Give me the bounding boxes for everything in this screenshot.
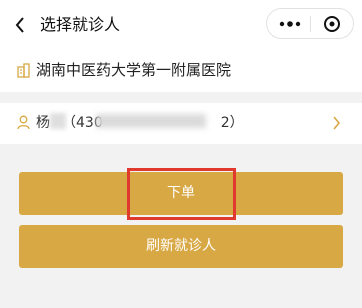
target-circle-icon	[324, 15, 340, 32]
more-button[interactable]	[273, 9, 307, 38]
back-button[interactable]	[10, 13, 30, 37]
page-title: 选择就诊人	[40, 15, 121, 34]
chevron-right-icon	[333, 116, 341, 130]
user-icon	[17, 115, 30, 130]
hospital-row: 湖南中医药大学第一附属医院	[0, 50, 362, 92]
redacted-name-blur	[50, 113, 66, 129]
refresh-patient-button[interactable]: 刷新就诊人	[19, 225, 343, 268]
redacted-id-blur	[96, 114, 206, 128]
close-button[interactable]	[315, 9, 349, 38]
patient-id-suffix: 2）	[220, 115, 244, 131]
navigation-bar: 选择就诊人	[0, 0, 362, 50]
hospital-name: 湖南中医药大学第一附属医院	[36, 61, 232, 79]
hospital-building-icon	[17, 63, 30, 78]
mini-program-capsule	[266, 8, 354, 39]
more-dots-icon	[279, 20, 301, 27]
chevron-left-icon	[15, 17, 24, 33]
order-button[interactable]: 下单	[19, 172, 343, 215]
capsule-divider	[310, 16, 311, 32]
patient-surname: 杨	[36, 115, 50, 131]
